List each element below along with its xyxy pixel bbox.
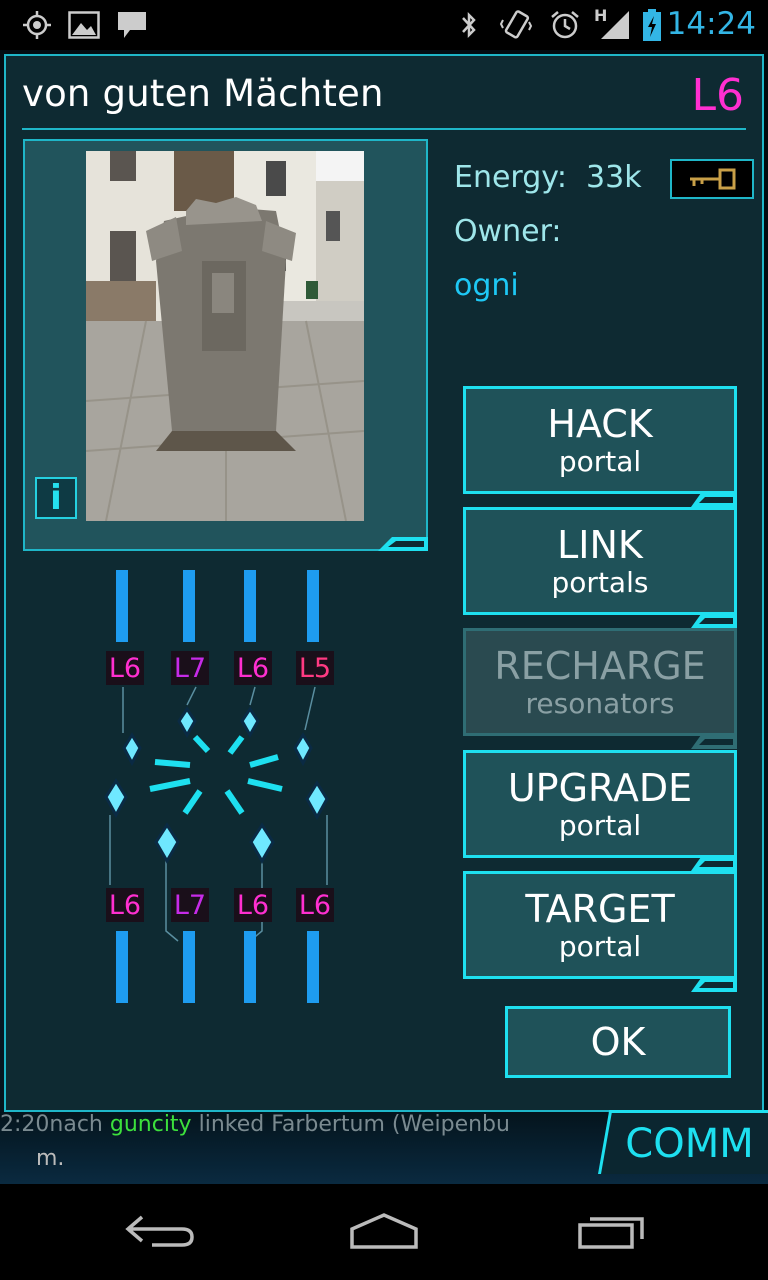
energy-value: 33k [586, 160, 642, 195]
recent-apps-button[interactable] [570, 1206, 650, 1256]
resonator-energy-bar [244, 931, 256, 1003]
home-button[interactable] [344, 1206, 424, 1256]
recent-apps-icon [578, 1217, 644, 1249]
resonator-energy-bar [307, 570, 319, 642]
resonator-energy-bar [307, 931, 319, 1003]
status-time: 14:24 [666, 6, 756, 42]
button-corner-decoration [691, 735, 737, 749]
resonator-level-text: L7 [173, 889, 207, 921]
resonator-level-text: L7 [173, 652, 207, 684]
link-button[interactable]: LINK portals [463, 507, 737, 628]
status-bar: H 14:24 [0, 0, 768, 50]
resonator-level-text: L6 [108, 889, 142, 921]
back-button[interactable] [120, 1206, 200, 1256]
button-corner-decoration [691, 857, 737, 871]
link-sublabel: portals [551, 566, 649, 599]
upgrade-sublabel: portal [558, 809, 642, 842]
button-corner-decoration [691, 614, 737, 628]
alarm-icon [548, 8, 582, 42]
target-sublabel: portal [558, 930, 642, 963]
resonator-level-text: L6 [298, 889, 332, 921]
signal-h-icon: H [594, 6, 632, 42]
resonator-level-label: L6 [106, 651, 144, 685]
resonator-level-text: L6 [236, 652, 270, 684]
comm-time: 2:20nach [0, 1112, 103, 1137]
resonator-level-text: L5 [298, 652, 332, 684]
resonator-level-label: L7 [171, 651, 209, 685]
home-icon [350, 1213, 418, 1249]
comm-message-continued: m. [36, 1146, 65, 1171]
frame-corner-decoration [378, 537, 428, 551]
resonator-level-text: L6 [236, 889, 270, 921]
energy-readout: Energy: 33k [454, 160, 642, 195]
owner-name[interactable]: ogni [454, 268, 519, 303]
resonator-level-label: L6 [106, 888, 144, 922]
target-button[interactable]: TARGET portal [463, 871, 737, 992]
key-button[interactable] [670, 159, 754, 199]
title-divider [22, 128, 746, 130]
resonator-level-label: L6 [234, 651, 272, 685]
target-label: TARGET [525, 887, 675, 931]
link-label: LINK [557, 523, 643, 567]
button-corner-decoration [691, 493, 737, 507]
picture-icon [66, 8, 102, 42]
resonator-energy-bar [183, 931, 195, 1003]
button-corner-decoration [691, 978, 737, 992]
energy-label: Energy: [454, 160, 567, 195]
owner-label: Owner: [454, 214, 562, 249]
comm-message: 2:20nach guncity linked Farbertum (Weipe… [0, 1112, 510, 1137]
portal-level: L6 [691, 70, 744, 121]
battery-charging-icon [640, 8, 664, 42]
vibrate-icon [498, 8, 534, 42]
comm-label: COMM [625, 1120, 755, 1167]
resonator-level-label: L5 [296, 651, 334, 685]
comm-text: linked Farbertum (Weipenbu [198, 1112, 510, 1137]
upgrade-button[interactable]: UPGRADE portal [463, 750, 737, 871]
chat-icon [114, 8, 150, 42]
ok-label: OK [590, 1020, 646, 1064]
resonator-level-label: L6 [234, 888, 272, 922]
portal-photo[interactable] [86, 151, 364, 521]
bluetooth-icon [456, 8, 482, 42]
resonator-level-text: L6 [108, 652, 142, 684]
upgrade-label: UPGRADE [507, 766, 693, 810]
hack-sublabel: portal [558, 445, 642, 478]
info-label: i [50, 478, 62, 518]
resonator-level-label: L7 [171, 888, 209, 922]
ok-button[interactable]: OK [505, 1006, 731, 1078]
signal-type-label: H [594, 6, 608, 25]
hack-label: HACK [547, 402, 653, 446]
resonator-energy-bar [116, 570, 128, 642]
recharge-sublabel: resonators [525, 687, 675, 720]
info-button[interactable]: i [35, 477, 77, 519]
resonator-energy-bar [183, 570, 195, 642]
resonator-level-label: L6 [296, 888, 334, 922]
portal-title: von guten Mächten [22, 72, 384, 115]
recharge-button[interactable]: RECHARGE resonators [463, 628, 737, 749]
key-icon [690, 168, 736, 190]
hack-button[interactable]: HACK portal [463, 386, 737, 507]
resonator-energy-bar [116, 931, 128, 1003]
comm-button[interactable]: COMM [598, 1110, 768, 1174]
back-icon [125, 1215, 194, 1247]
comm-agent: guncity [109, 1112, 192, 1137]
resonator-energy-bar [244, 570, 256, 642]
recharge-label: RECHARGE [494, 644, 706, 688]
gps-icon [20, 8, 54, 42]
